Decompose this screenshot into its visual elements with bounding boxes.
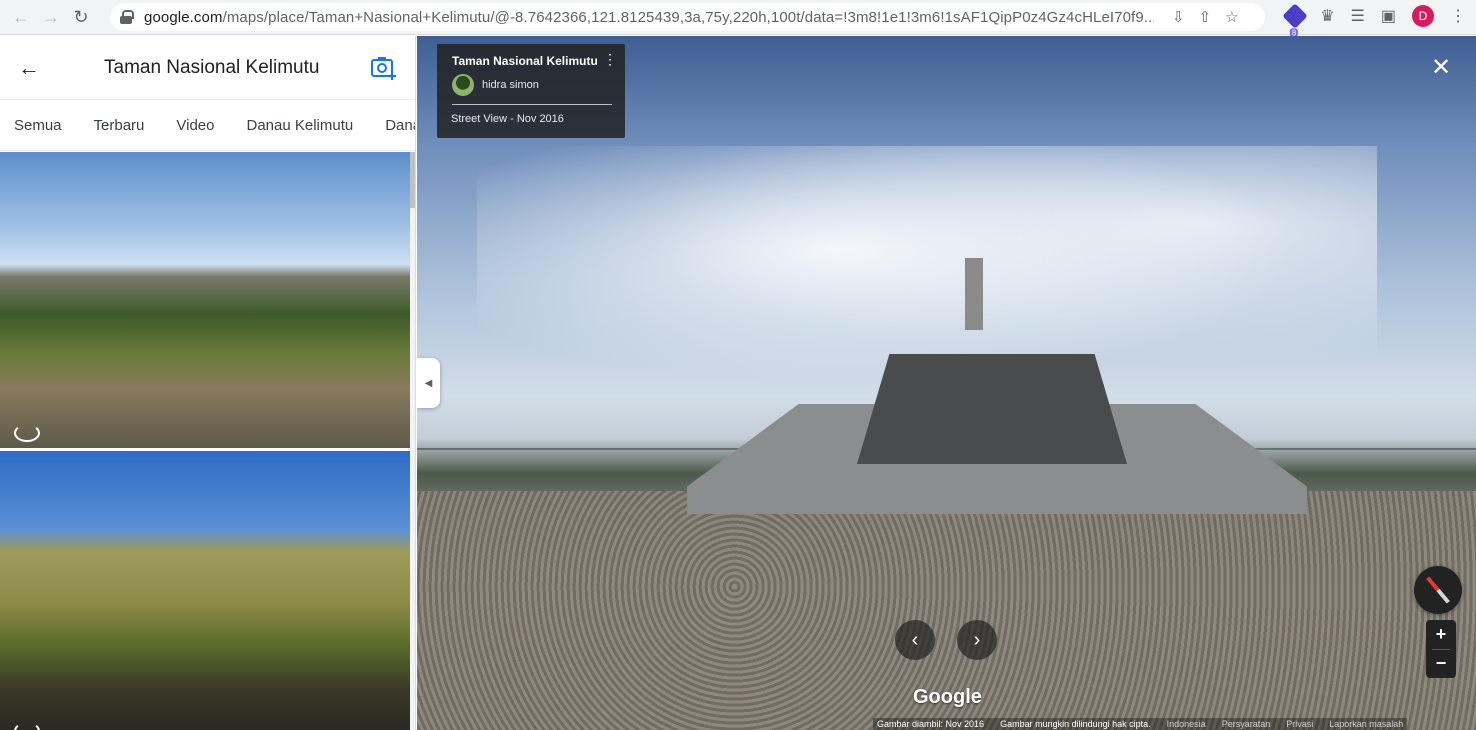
side-panel-icon[interactable]: ▣ bbox=[1381, 6, 1396, 26]
install-icon[interactable]: ⇩ bbox=[1172, 8, 1185, 26]
add-photo-icon[interactable] bbox=[370, 55, 398, 81]
share-icon[interactable]: ⇧ bbox=[1199, 8, 1212, 26]
panel-header: ← Taman Nasional Kelimutu bbox=[0, 36, 415, 100]
bookmark-star-icon[interactable]: ☆ bbox=[1225, 8, 1238, 26]
zoom-control: + − bbox=[1426, 620, 1456, 678]
forward-arrow-icon[interactable]: → bbox=[36, 2, 66, 32]
google-logo: Google bbox=[913, 686, 982, 708]
terms-link[interactable]: Persyaratan bbox=[1222, 719, 1271, 729]
capture-date: Street View - Nov 2016 bbox=[451, 113, 564, 125]
street-view-canvas[interactable]: Taman Nasional Kelimutu ⋮ hidra simon St… bbox=[417, 36, 1476, 730]
compass-needle bbox=[1426, 576, 1450, 604]
tab-latest[interactable]: Terbaru bbox=[94, 117, 145, 134]
street-view-info-card: Taman Nasional Kelimutu ⋮ hidra simon St… bbox=[437, 44, 625, 138]
scrollbar-thumb[interactable] bbox=[410, 152, 415, 208]
next-photo-button[interactable]: › bbox=[957, 620, 997, 660]
monument-pillar bbox=[965, 258, 983, 330]
avatar[interactable] bbox=[452, 74, 474, 96]
report-problem-link[interactable]: Laporkan masalah bbox=[1329, 719, 1403, 729]
photo-thumbnail[interactable] bbox=[0, 451, 410, 730]
back-button[interactable]: ← bbox=[18, 56, 44, 82]
url-host: google.com bbox=[144, 8, 223, 26]
monument-pedestal bbox=[857, 354, 1127, 464]
menu-kebab-icon[interactable]: ⋮ bbox=[1450, 6, 1466, 26]
photo-tabs: Semua Terbaru Video Danau Kelimutu Dana bbox=[0, 100, 415, 151]
reload-icon[interactable]: ↻ bbox=[66, 2, 96, 32]
url-path: /maps/place/Taman+Nasional+Kelimutu/@-8.… bbox=[222, 8, 1154, 26]
card-menu-icon[interactable]: ⋮ bbox=[603, 52, 617, 74]
captured-date: Gambar diambil: Nov 2016 bbox=[877, 719, 985, 729]
address-bar[interactable]: google.com/maps/place/Taman+Nasional+Kel… bbox=[110, 3, 1265, 31]
photo-thumbnail[interactable] bbox=[0, 152, 410, 448]
extension-icon[interactable]: 8 bbox=[1282, 3, 1308, 37]
photo-panel: ← Taman Nasional Kelimutu Semua Terbaru … bbox=[0, 36, 416, 730]
tab-all[interactable]: Semua bbox=[14, 117, 62, 134]
street-view-360-icon bbox=[14, 424, 40, 442]
zoom-in-button[interactable]: + bbox=[1426, 620, 1456, 649]
tab-danau-partial[interactable]: Dana bbox=[385, 117, 415, 134]
zoom-out-button[interactable]: − bbox=[1426, 649, 1456, 678]
photo-scrollbar[interactable] bbox=[410, 152, 415, 730]
browser-toolbar: ← → ↻ google.com/maps/place/Taman+Nasion… bbox=[0, 0, 1476, 37]
puzzle-icon[interactable]: ♛ bbox=[1320, 6, 1334, 26]
page-title: Taman Nasional Kelimutu bbox=[104, 57, 320, 78]
lock-icon bbox=[120, 10, 134, 24]
profile-avatar[interactable]: D bbox=[1412, 5, 1434, 27]
tab-video[interactable]: Video bbox=[176, 117, 214, 134]
previous-photo-button[interactable]: ‹ bbox=[895, 620, 935, 660]
attribution-footer: Gambar diambil: Nov 2016 Gambar mungkin … bbox=[873, 718, 1408, 730]
close-icon[interactable]: ✕ bbox=[1429, 56, 1453, 80]
language-link[interactable]: Indonesia bbox=[1167, 719, 1206, 729]
privacy-link[interactable]: Privasi bbox=[1286, 719, 1313, 729]
tab-danau-kelimutu[interactable]: Danau Kelimutu bbox=[246, 117, 353, 134]
card-title: Taman Nasional Kelimutu bbox=[452, 54, 598, 68]
divider bbox=[1432, 649, 1450, 650]
author-name[interactable]: hidra simon bbox=[482, 79, 539, 91]
compass-icon[interactable] bbox=[1414, 566, 1462, 614]
monument bbox=[687, 354, 1307, 514]
copyright-notice: Gambar mungkin dilindungi hak cipta. bbox=[1000, 719, 1151, 729]
divider bbox=[452, 104, 612, 105]
back-arrow-icon[interactable]: ← bbox=[6, 2, 36, 32]
collapse-panel-button[interactable]: ◀ bbox=[417, 358, 440, 408]
url-text[interactable]: google.com/maps/place/Taman+Nasional+Kel… bbox=[144, 9, 1154, 26]
reading-list-icon[interactable]: ☰ bbox=[1351, 6, 1365, 26]
